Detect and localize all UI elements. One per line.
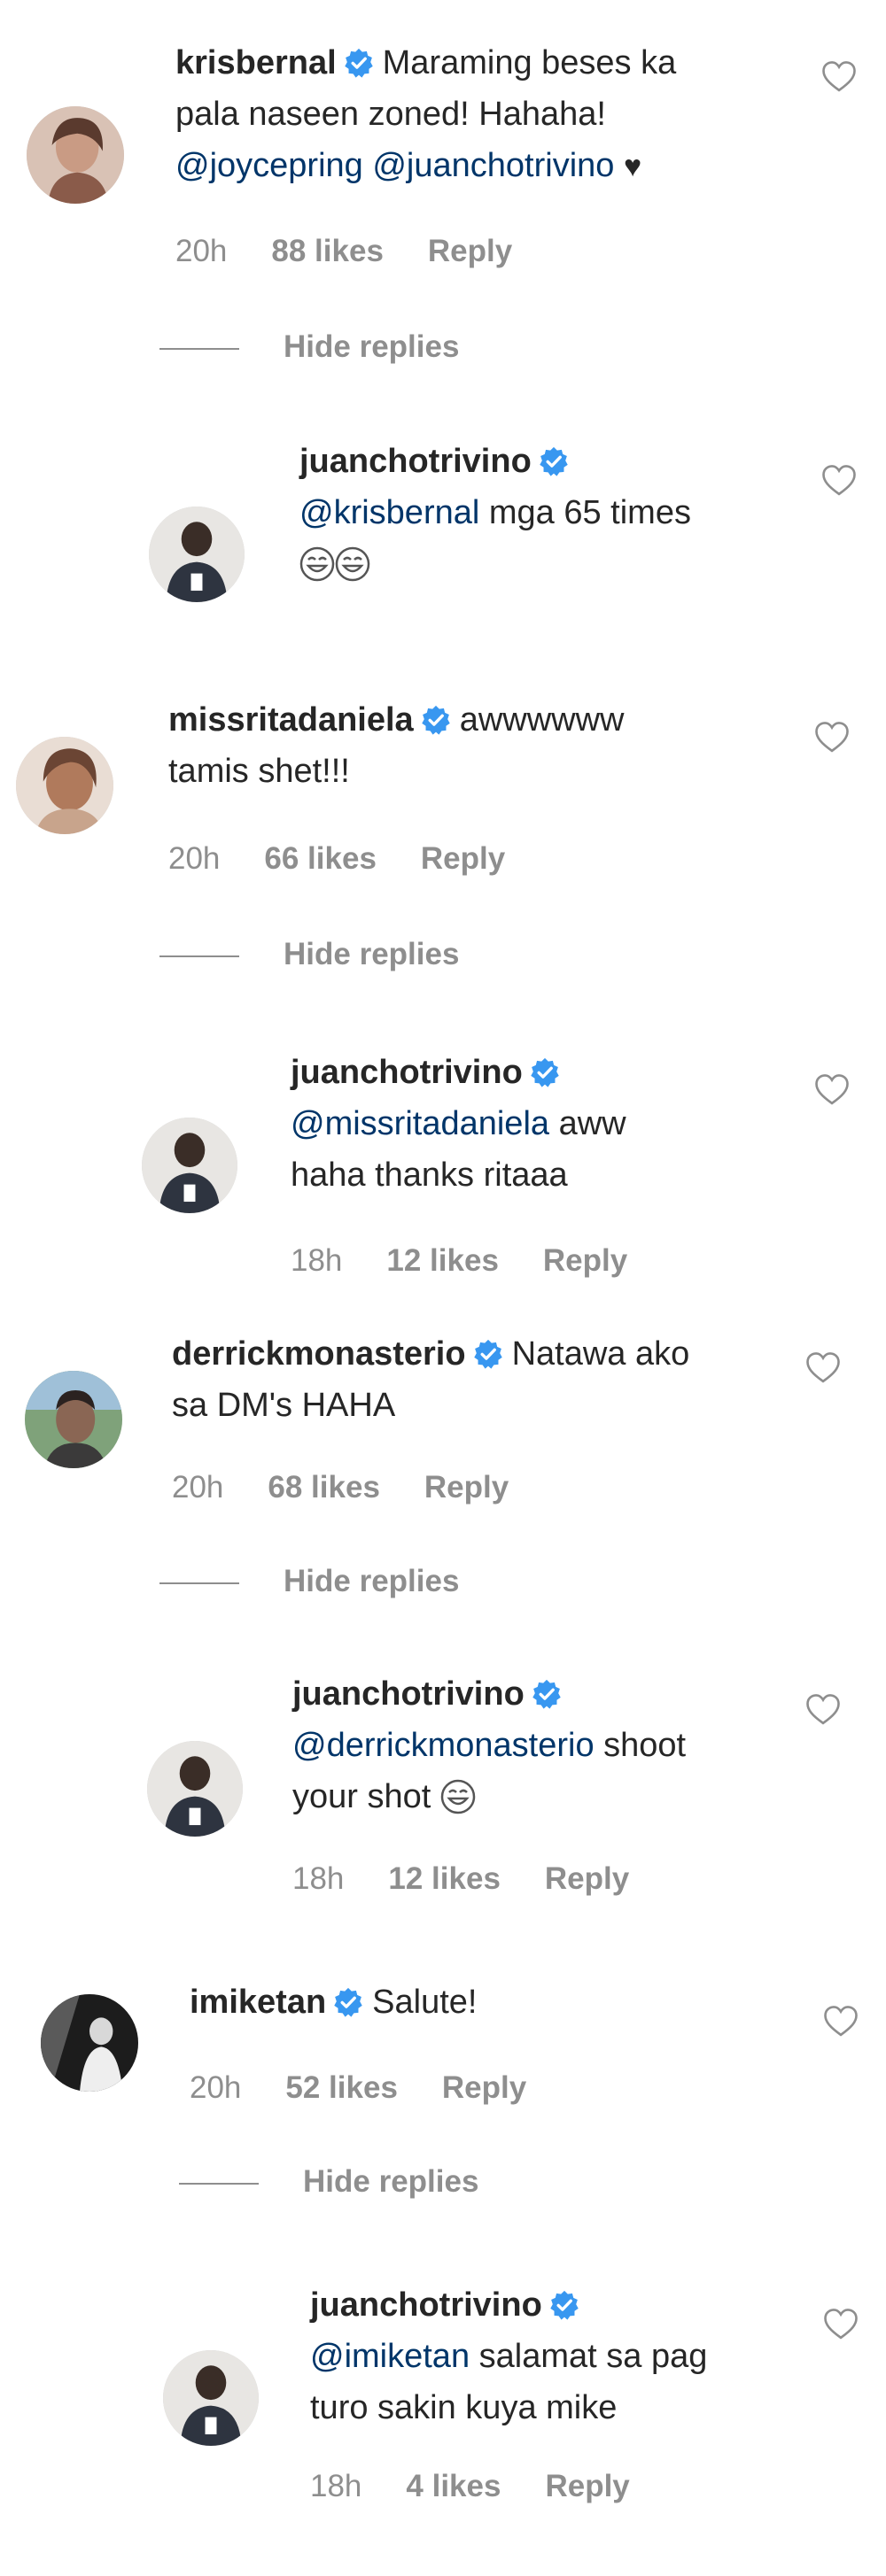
username[interactable]: juanchotrivino <box>299 443 532 480</box>
like-heart-icon[interactable] <box>813 1071 851 1109</box>
divider-line <box>159 955 239 957</box>
like-heart-icon[interactable] <box>813 719 851 756</box>
username[interactable]: juanchotrivino <box>292 1675 525 1713</box>
timestamp: 18h <box>310 2469 362 2503</box>
avatar[interactable] <box>16 737 113 834</box>
laughing-emoji-icon <box>335 546 370 582</box>
divider-line <box>159 1582 239 1584</box>
avatar[interactable] <box>27 106 124 204</box>
reply-button[interactable]: Reply <box>545 2469 629 2504</box>
comment-meta: 20h 66 likes Reply <box>168 841 549 877</box>
likes-count[interactable]: 12 likes <box>386 1243 499 1279</box>
avatar[interactable] <box>41 1994 138 2092</box>
likes-count[interactable]: 88 likes <box>271 234 384 269</box>
mention-link[interactable]: @imiketan <box>310 2338 470 2375</box>
username[interactable]: imiketan <box>190 1984 326 2021</box>
comment-text: derrickmonasterio Natawa ako sa DM's HAHA <box>172 1335 690 1424</box>
comment-text: juanchotrivino @krisbernal mga 65 times <box>299 436 796 590</box>
comment-meta: 20h 68 likes Reply <box>172 1470 553 1505</box>
hide-replies-button[interactable]: Hide replies <box>179 2164 478 2200</box>
reply-button[interactable]: Reply <box>421 841 505 877</box>
timestamp: 18h <box>292 1861 345 1896</box>
hide-replies-button[interactable]: Hide replies <box>159 937 459 972</box>
verified-badge-icon <box>532 1679 562 1709</box>
comment-text: juanchotrivino @imiketan salamat sa pag … <box>310 2286 708 2426</box>
comment-meta: 18h 12 likes Reply <box>292 1861 673 1897</box>
verified-badge-icon <box>539 446 569 476</box>
likes-count[interactable]: 68 likes <box>268 1470 380 1505</box>
laughing-emoji-icon <box>440 1779 476 1814</box>
likes-count[interactable]: 4 likes <box>406 2469 501 2504</box>
like-heart-icon[interactable] <box>804 1350 842 1387</box>
comment-text: missritadaniela awwwwww tamis shet!!! <box>168 701 625 790</box>
divider-line <box>159 347 239 350</box>
laughing-emoji-icon <box>299 546 335 582</box>
verified-badge-icon <box>421 705 451 735</box>
avatar[interactable] <box>25 1371 122 1468</box>
verified-badge-icon <box>530 1057 560 1087</box>
mention-link[interactable]: @derrickmonasterio <box>292 1727 595 1764</box>
mention-link[interactable]: @missritadaniela <box>291 1105 549 1142</box>
hide-replies-button[interactable]: Hide replies <box>159 1564 459 1599</box>
avatar[interactable] <box>163 2350 259 2446</box>
reply-button[interactable]: Reply <box>428 234 512 269</box>
comment-meta: 18h 4 likes Reply <box>310 2469 674 2504</box>
likes-count[interactable]: 52 likes <box>285 2070 398 2106</box>
like-heart-icon[interactable] <box>820 462 858 499</box>
comment-meta: 18h 12 likes Reply <box>291 1243 672 1279</box>
comment-text: krisbernal Maraming beses ka pala naseen … <box>175 44 677 184</box>
verified-badge-icon <box>344 48 374 78</box>
timestamp: 20h <box>168 841 221 876</box>
likes-count[interactable]: 66 likes <box>264 841 377 877</box>
reply-button[interactable]: Reply <box>424 1470 509 1505</box>
username[interactable]: missritadaniela <box>168 701 414 739</box>
comment-text: imiketan Salute! <box>190 1984 478 2021</box>
username[interactable]: derrickmonasterio <box>172 1335 466 1373</box>
username[interactable]: juanchotrivino <box>310 2286 542 2324</box>
mention-link[interactable]: @juanchotrivino <box>372 147 614 184</box>
comment-meta: 20h 88 likes Reply <box>175 234 556 269</box>
reply-button[interactable]: Reply <box>545 1861 629 1897</box>
timestamp: 20h <box>190 2070 242 2105</box>
verified-badge-icon <box>473 1339 503 1369</box>
likes-count[interactable]: 12 likes <box>388 1861 501 1897</box>
mention-link[interactable]: @krisbernal <box>299 494 479 531</box>
reply-button[interactable]: Reply <box>442 2070 526 2106</box>
username[interactable]: krisbernal <box>175 44 337 81</box>
avatar[interactable] <box>142 1118 237 1213</box>
divider-line <box>179 2182 259 2185</box>
hide-replies-button[interactable]: Hide replies <box>159 329 459 365</box>
avatar[interactable] <box>147 1741 243 1837</box>
like-heart-icon[interactable] <box>804 1691 842 1729</box>
avatar[interactable] <box>149 507 245 602</box>
timestamp: 20h <box>175 234 228 268</box>
verified-badge-icon <box>549 2290 579 2320</box>
verified-badge-icon <box>333 1987 363 2017</box>
mention-link[interactable]: @joycepring <box>175 147 363 184</box>
reply-button[interactable]: Reply <box>543 1243 627 1279</box>
like-heart-icon[interactable] <box>822 2306 859 2343</box>
like-heart-icon[interactable] <box>822 2003 859 2040</box>
timestamp: 18h <box>291 1243 343 1278</box>
comment-text: juanchotrivino @missritadaniela aww haha… <box>291 1054 626 1194</box>
like-heart-icon[interactable] <box>820 58 858 96</box>
timestamp: 20h <box>172 1470 224 1505</box>
comment-text: juanchotrivino @derrickmonasterio shoot … <box>292 1675 687 1815</box>
comment-meta: 20h 52 likes Reply <box>190 2070 571 2106</box>
username[interactable]: juanchotrivino <box>291 1054 523 1091</box>
